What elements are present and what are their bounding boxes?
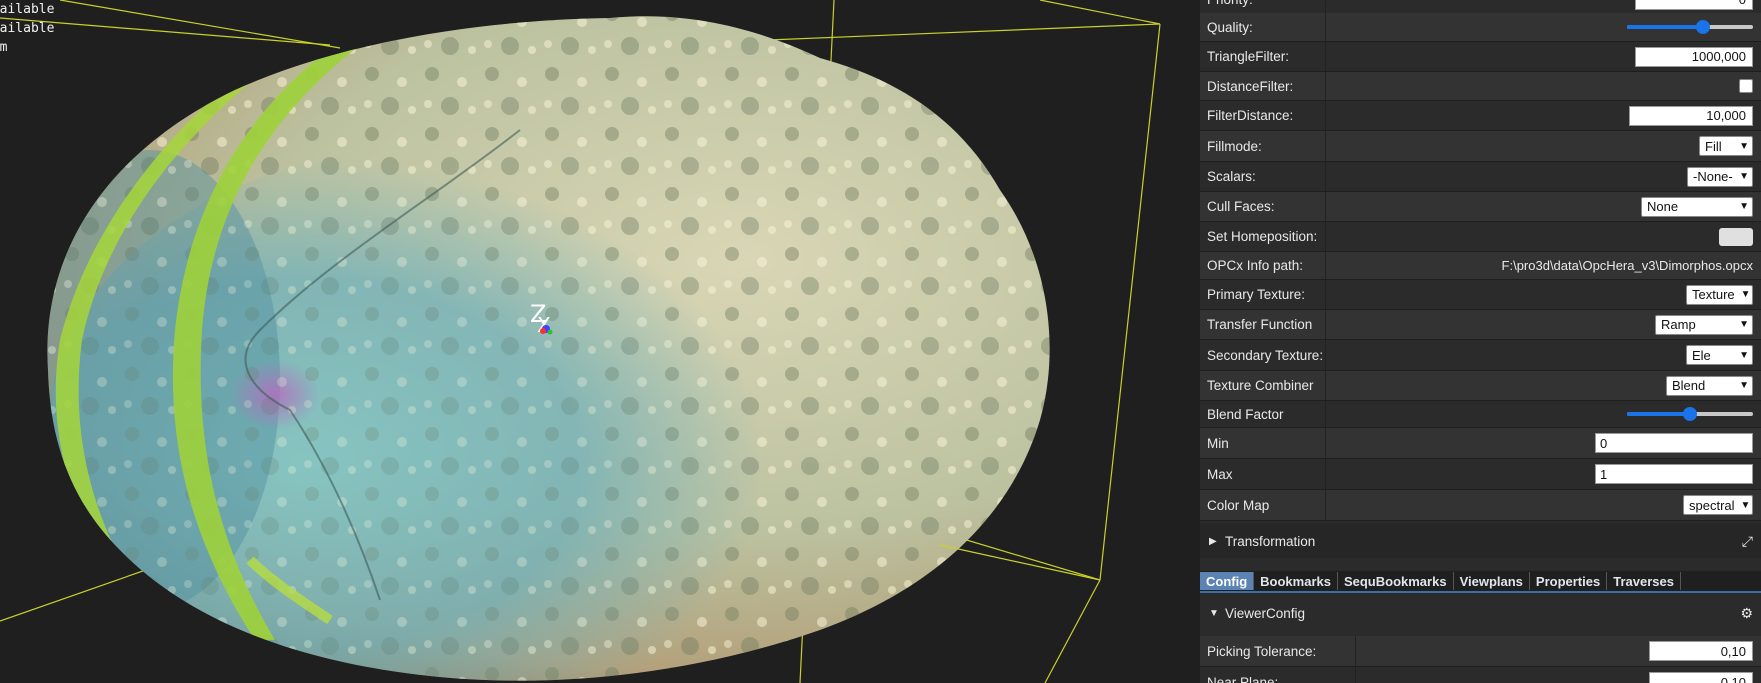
row-filterdistance: FilterDistance:	[1200, 101, 1761, 131]
opcx-path-value: F:\pro3d\data\OpcHera_v3\Dimorphos.opcx	[1501, 258, 1753, 273]
row-texture-combiner: Texture Combiner Blend ▼	[1200, 371, 1761, 401]
viewerconfig-title: ViewerConfig	[1225, 605, 1306, 621]
blend-factor-slider[interactable]	[1627, 407, 1753, 421]
secondary-texture-label: Secondary Texture:	[1200, 340, 1326, 370]
asteroid-surface	[47, 16, 1050, 681]
opcx-path-label: OPCx Info path:	[1200, 252, 1326, 279]
cullfaces-value: None	[1647, 199, 1679, 214]
properties-panel: Priority: Quality: TriangleFilter: Dista…	[1200, 0, 1761, 683]
row-trianglefilter: TriangleFilter:	[1200, 42, 1761, 72]
transformation-title: Transformation	[1225, 533, 1316, 549]
row-max: Max	[1200, 459, 1761, 490]
row-distancefilter: DistanceFilter:	[1200, 72, 1761, 101]
trianglefilter-label: TriangleFilter:	[1200, 42, 1326, 71]
row-scalars: Scalars: -None- ▼	[1200, 162, 1761, 192]
chevron-down-icon: ▼	[1739, 140, 1749, 152]
row-near-plane: Near Plane:	[1200, 667, 1761, 683]
chevron-down-icon: ▼	[1739, 349, 1749, 361]
trianglefilter-input[interactable]	[1635, 46, 1753, 67]
row-picking-tolerance: Picking Tolerance:	[1200, 636, 1761, 667]
texture-combiner-label: Texture Combiner	[1200, 371, 1326, 400]
transfer-function-value: Ramp	[1661, 317, 1696, 332]
row-priority: Priority:	[1200, 0, 1761, 14]
fillmode-value: Fill	[1705, 138, 1722, 154]
texture-combiner-select[interactable]: Blend ▼	[1666, 375, 1753, 396]
row-min: Min	[1200, 428, 1761, 459]
primary-texture-select[interactable]: Texture ▼	[1686, 284, 1753, 305]
texture-combiner-value: Blend	[1672, 378, 1706, 393]
expand-icon[interactable]: ⤢	[1742, 533, 1753, 550]
scalars-select[interactable]: -None- ▼	[1687, 166, 1753, 187]
cullfaces-select[interactable]: None ▼	[1641, 196, 1753, 217]
min-input[interactable]	[1595, 433, 1753, 453]
tab-viewplans[interactable]: Viewplans	[1454, 572, 1530, 590]
primary-texture-value: Texture	[1692, 287, 1735, 302]
blend-factor-label: Blend Factor	[1200, 401, 1326, 427]
row-blend-factor: Blend Factor	[1200, 401, 1761, 428]
row-homeposition: Set Homeposition:	[1200, 222, 1761, 252]
fillmode-select[interactable]: Fill ▼	[1699, 136, 1753, 156]
near-plane-input[interactable]	[1649, 672, 1753, 683]
secondary-texture-value: Ele	[1692, 347, 1711, 363]
primary-texture-label: Primary Texture:	[1200, 280, 1326, 309]
chevron-down-icon: ▼	[1740, 499, 1751, 511]
transfer-function-label: Transfer Function	[1200, 310, 1326, 339]
max-input[interactable]	[1595, 464, 1753, 484]
quality-slider[interactable]	[1627, 20, 1753, 34]
row-quality: Quality:	[1200, 13, 1761, 42]
tab-properties[interactable]: Properties	[1530, 572, 1608, 590]
scalars-value: -None-	[1693, 169, 1733, 184]
row-opcx-path: OPCx Info path: F:\pro3d\data\OpcHera_v3…	[1200, 252, 1761, 280]
hud-line-2: available	[0, 21, 55, 36]
row-transfer-function: Transfer Function Ramp ▼	[1200, 310, 1761, 340]
row-fillmode: Fillmode: Fill ▼	[1200, 131, 1761, 162]
tab-sequbookmarks[interactable]: SequBookmarks	[1338, 572, 1454, 590]
transfer-function-select[interactable]: Ramp ▼	[1655, 314, 1753, 335]
row-color-map: Color Map spectral ▼	[1200, 490, 1761, 521]
scalars-label: Scalars:	[1200, 162, 1326, 191]
picking-tolerance-label: Picking Tolerance:	[1200, 636, 1356, 666]
row-cullfaces: Cull Faces: None ▼	[1200, 192, 1761, 222]
picking-tolerance-input[interactable]	[1649, 641, 1753, 661]
color-map-select[interactable]: spectral ▼	[1683, 495, 1753, 515]
row-primary-texture: Primary Texture: Texture ▼	[1200, 280, 1761, 310]
distancefilter-label: DistanceFilter:	[1200, 72, 1326, 100]
chevron-down-icon: ▼	[1740, 289, 1751, 300]
chevron-down-icon: ▼	[1739, 319, 1749, 330]
row-secondary-texture: Secondary Texture: Ele ▼	[1200, 340, 1761, 371]
3d-viewport[interactable]: Z X available available 7 m	[0, 0, 1200, 683]
set-homeposition-button[interactable]	[1719, 227, 1753, 246]
color-map-label: Color Map	[1200, 490, 1326, 520]
quality-label: Quality:	[1200, 13, 1326, 41]
transformation-section[interactable]: ▶ Transformation ⤢	[1200, 524, 1761, 558]
chevron-down-icon: ▼	[1739, 380, 1749, 391]
filterdistance-label: FilterDistance:	[1200, 101, 1326, 130]
distancefilter-checkbox[interactable]	[1739, 79, 1753, 93]
color-map-value: spectral	[1689, 497, 1735, 513]
near-plane-label: Near Plane:	[1200, 667, 1356, 683]
priority-label: Priority:	[1200, 0, 1326, 13]
scene-render[interactable]: Z X	[0, 0, 1200, 683]
max-label: Max	[1200, 459, 1326, 489]
cullfaces-label: Cull Faces:	[1200, 192, 1326, 221]
secondary-texture-select[interactable]: Ele ▼	[1686, 345, 1753, 365]
tab-bar: Config Bookmarks SequBookmarks Viewplans…	[1200, 571, 1761, 593]
min-label: Min	[1200, 428, 1326, 458]
gears-icon[interactable]: ⚙	[1740, 605, 1753, 622]
tab-config[interactable]: Config	[1200, 572, 1255, 590]
viewerconfig-section[interactable]: ▼ ViewerConfig ⚙	[1200, 596, 1761, 630]
hud-line-3: 7 m	[0, 40, 8, 55]
tab-traverses[interactable]: Traverses	[1607, 572, 1681, 590]
priority-input[interactable]	[1635, 0, 1753, 10]
chevron-down-icon: ▼	[1739, 171, 1749, 182]
caret-down-icon: ▼	[1209, 607, 1219, 619]
filterdistance-input[interactable]	[1629, 105, 1753, 126]
chevron-down-icon: ▼	[1739, 201, 1749, 212]
hud-overlay: available available 7 m	[0, 0, 54, 57]
tab-bookmarks[interactable]: Bookmarks	[1254, 572, 1338, 590]
caret-right-icon: ▶	[1209, 535, 1217, 547]
hud-line-1: available	[0, 2, 55, 17]
fillmode-label: Fillmode:	[1200, 131, 1326, 161]
homeposition-label: Set Homeposition:	[1200, 222, 1326, 251]
